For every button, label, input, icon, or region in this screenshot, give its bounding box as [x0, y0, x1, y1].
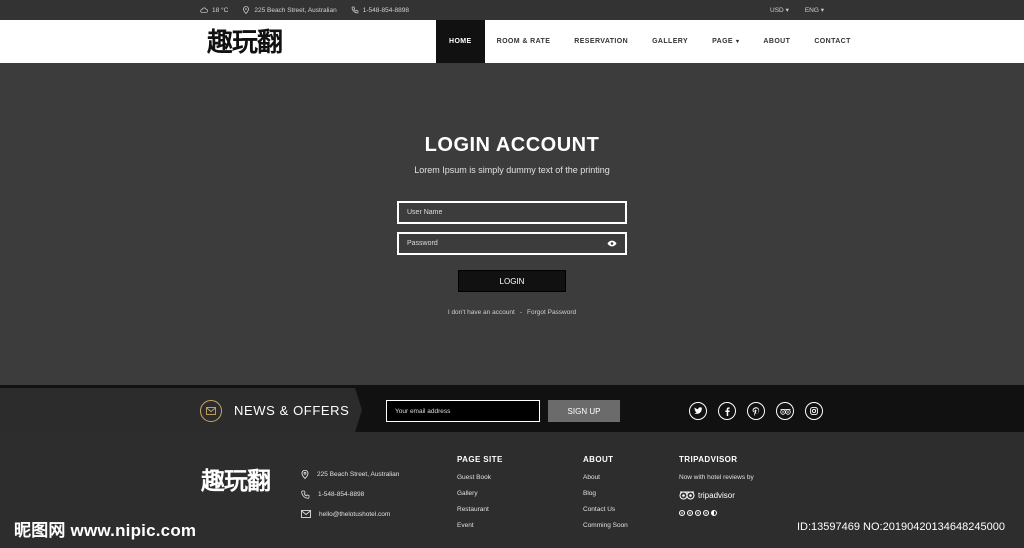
nav-item-contact[interactable]: CONTACT	[802, 20, 863, 63]
mail-icon	[301, 510, 311, 518]
footer-tripadvisor-title: TRIPADVISOR	[679, 455, 738, 464]
eye-icon[interactable]	[607, 240, 617, 247]
nav-item-page[interactable]: PAGE ▾	[700, 20, 751, 63]
weather-text: 18 °C	[212, 6, 229, 14]
footer-about: ABOUT About Blog Contact Us Comming Soon	[583, 455, 628, 538]
phone-icon	[301, 490, 310, 499]
language-select[interactable]: ENG ▾	[805, 6, 824, 14]
weather-info: 18 °C	[200, 6, 228, 14]
login-button[interactable]: LOGIN	[458, 270, 566, 292]
caret-down-icon: ▾	[785, 7, 789, 14]
tripadvisor-logo[interactable]: tripadvisor	[679, 487, 754, 503]
nav-item-reservation[interactable]: RESERVATION	[562, 20, 640, 63]
address-info: 225 Beach Street, Australian	[242, 6, 337, 14]
site-logo[interactable]: 趣玩翻	[207, 30, 283, 56]
location-pin-icon	[243, 6, 250, 14]
footer-phone-row: 1-548-854-8898	[301, 484, 399, 504]
footer-link-comming-soon[interactable]: Comming Soon	[583, 522, 628, 538]
nav-item-home[interactable]: HOME	[436, 20, 485, 63]
footer-page-site-title: PAGE SITE	[457, 455, 503, 464]
tripadvisor-note: Now with hotel reviews by	[679, 474, 754, 481]
footer-link-event[interactable]: Event	[457, 522, 503, 538]
rating-dot-full	[687, 510, 693, 516]
pinterest-icon[interactable]	[747, 402, 765, 420]
watermark-id: ID:13597469 NO:20190420134648245000	[797, 521, 1005, 533]
username-input[interactable]: User Name	[397, 201, 627, 224]
username-placeholder: User Name	[407, 209, 443, 216]
watermark-site: 昵图网 www.nipic.com	[14, 521, 197, 540]
mail-icon	[200, 400, 222, 422]
forgot-password-link[interactable]: Forgot Password	[527, 309, 576, 316]
rating-dot-full	[679, 510, 685, 516]
footer-link-about[interactable]: About	[583, 474, 628, 490]
email-placeholder: Your email address	[395, 407, 451, 415]
twitter-icon[interactable]	[689, 402, 707, 420]
footer-link-restaurant[interactable]: Restaurant	[457, 506, 503, 522]
nav-item-page-label: PAGE	[712, 38, 733, 45]
footer-address: 225 Beach Street, Australian	[317, 470, 400, 478]
signup-button[interactable]: SIGN UP	[548, 400, 620, 422]
facebook-icon[interactable]	[718, 402, 736, 420]
footer-link-guest-book[interactable]: Guest Book	[457, 474, 503, 490]
currency-value: USD	[770, 7, 784, 14]
login-links: I don't have an account - Forgot Password	[0, 309, 1024, 316]
top-bar: 18 °C 225 Beach Street, Australian 1-548…	[0, 0, 1024, 20]
tripadvisor-icon[interactable]	[776, 402, 794, 420]
caret-down-icon: ▾	[820, 7, 824, 14]
tripadvisor-owl-icon	[679, 491, 695, 500]
newsletter-email-input[interactable]: Your email address	[386, 400, 540, 422]
rating-dot-half	[711, 510, 717, 516]
address-text: 225 Beach Street, Australian	[254, 6, 337, 14]
footer-email[interactable]: hello@thelotushotel.com	[319, 511, 390, 518]
password-input[interactable]: Password	[397, 232, 627, 255]
footer-link-blog[interactable]: Blog	[583, 490, 628, 506]
caret-down-icon: ▾	[736, 39, 740, 45]
footer-email-row: hello@thelotushotel.com	[301, 504, 399, 524]
footer-phone: 1-548-854-8898	[318, 490, 365, 498]
newsletter-bar: NEWS & OFFERS Your email address SIGN UP	[0, 385, 1024, 432]
newsletter-title: NEWS & OFFERS	[234, 403, 350, 418]
cloud-icon	[200, 7, 208, 13]
tripadvisor-rating	[679, 510, 754, 516]
page-subtitle: Lorem Ipsum is simply dummy text of the …	[414, 165, 610, 175]
language-value: ENG	[804, 7, 819, 14]
location-pin-icon	[301, 469, 309, 479]
tripadvisor-brand-text: tripadvisor	[698, 490, 735, 500]
footer-link-contact-us[interactable]: Contact Us	[583, 506, 628, 522]
page-title: LOGIN ACCOUNT	[424, 134, 600, 156]
footer-address-row: 225 Beach Street, Australian	[301, 464, 399, 484]
currency-select[interactable]: USD ▾	[770, 6, 789, 14]
rating-dot-full	[695, 510, 701, 516]
footer-link-gallery[interactable]: Gallery	[457, 490, 503, 506]
password-placeholder: Password	[407, 240, 438, 247]
phone-text: 1-548-854-8898	[362, 6, 409, 14]
instagram-icon[interactable]	[805, 402, 823, 420]
link-separator: -	[519, 309, 523, 316]
footer-about-title: ABOUT	[583, 455, 614, 464]
nav-menu: HOME ROOM & RATE RESERVATION GALLERY PAG…	[436, 20, 863, 63]
login-section: LOGIN ACCOUNT Lorem Ipsum is simply dumm…	[0, 63, 1024, 385]
phone-info: 1-548-854-8898	[351, 6, 409, 14]
nav-item-gallery[interactable]: GALLERY	[640, 20, 700, 63]
social-links	[689, 402, 823, 420]
no-account-link[interactable]: I don't have an account	[448, 309, 515, 316]
nav-item-room-rate[interactable]: ROOM & RATE	[485, 20, 563, 63]
phone-icon	[351, 6, 359, 14]
footer-tripadvisor: TRIPADVISOR Now with hotel reviews by tr…	[679, 455, 754, 516]
nav-item-about[interactable]: ABOUT	[751, 20, 802, 63]
footer-page-site: PAGE SITE Guest Book Gallery Restaurant …	[457, 455, 503, 538]
rating-dot-full	[703, 510, 709, 516]
footer-logo[interactable]: 趣玩翻	[201, 468, 271, 494]
main-nav: 趣玩翻 HOME ROOM & RATE RESERVATION GALLERY…	[0, 20, 1024, 63]
footer-contact: 225 Beach Street, Australian 1-548-854-8…	[301, 464, 399, 524]
